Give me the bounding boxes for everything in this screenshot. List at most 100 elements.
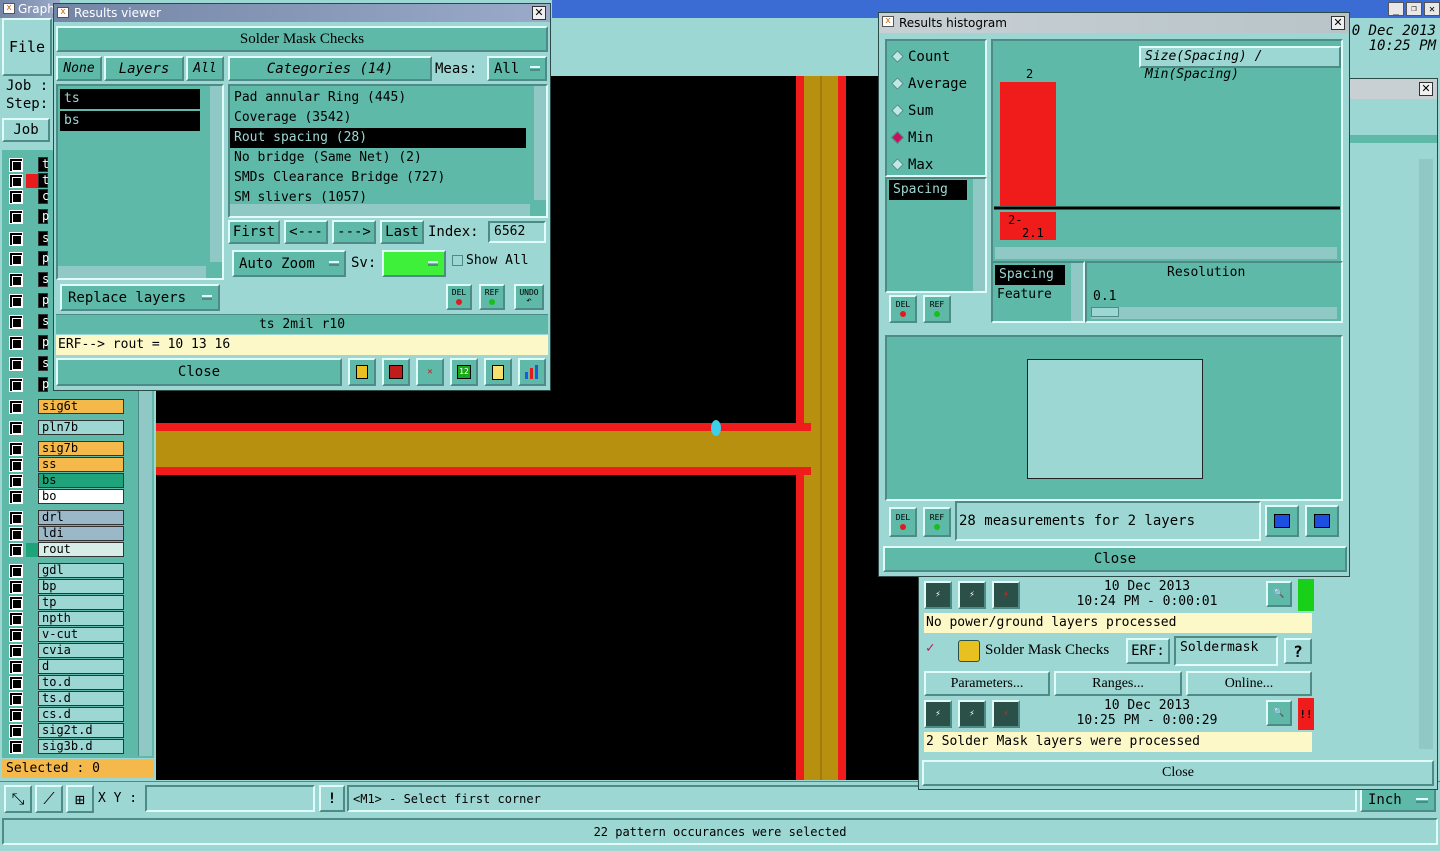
zoom-tool-icon[interactable]: ⤡ xyxy=(4,785,32,813)
layer-row[interactable]: sig2t.d xyxy=(5,723,127,739)
layer-name[interactable]: v-cut xyxy=(38,627,124,642)
layer-row[interactable]: rout xyxy=(5,542,127,558)
xy-input[interactable] xyxy=(145,785,315,812)
layer-name[interactable]: rout xyxy=(38,542,124,557)
categories-hscroll[interactable] xyxy=(230,204,530,216)
checklist-scrollbar[interactable] xyxy=(1419,159,1433,749)
file-menu[interactable]: File xyxy=(2,18,52,76)
layer-checkbox[interactable] xyxy=(9,692,23,706)
mode-sum-radio[interactable]: Sum xyxy=(887,97,985,124)
layer-checkbox[interactable] xyxy=(9,232,23,246)
layer-row[interactable]: v-cut xyxy=(5,627,127,643)
categories-button[interactable]: Categories (14) xyxy=(228,56,432,81)
category-item[interactable]: Rout spacing (28) xyxy=(230,128,526,148)
layer-row[interactable]: bs xyxy=(5,473,127,489)
check-mark-icon[interactable]: ✓ xyxy=(926,640,934,656)
layer-row[interactable]: sig3b.d xyxy=(5,739,127,755)
layer-name[interactable]: drl xyxy=(38,510,124,525)
resolution-slider[interactable] xyxy=(1091,307,1337,319)
auto-zoom-select[interactable]: Auto Zoom xyxy=(232,250,346,277)
layer-name[interactable]: t xyxy=(38,173,49,188)
layer-checkbox[interactable] xyxy=(9,628,23,642)
layer-name[interactable]: gdl xyxy=(38,563,124,578)
all-layers-button[interactable]: All xyxy=(186,56,224,81)
layer-checkbox[interactable] xyxy=(9,294,23,308)
mode-min-radio[interactable]: Min xyxy=(887,124,985,151)
export-icon[interactable] xyxy=(382,358,410,386)
close-icon[interactable]: ✕ xyxy=(1424,2,1440,16)
units-select[interactable]: Inch xyxy=(1360,788,1436,812)
layer-name[interactable]: bo xyxy=(38,489,124,504)
preview-ref-button[interactable]: REF xyxy=(923,507,951,537)
spacing-list-vscroll[interactable] xyxy=(1071,263,1083,321)
layer-row[interactable]: npth xyxy=(5,611,127,627)
severity-select[interactable] xyxy=(382,250,446,277)
layer-name[interactable]: ldi xyxy=(38,526,124,541)
job-button[interactable]: Job xyxy=(2,118,50,142)
layer-row[interactable]: pln7b xyxy=(5,420,127,436)
layer-name[interactable]: p xyxy=(38,293,49,308)
layer-checkbox[interactable] xyxy=(9,708,23,722)
layer-checkbox[interactable] xyxy=(9,644,23,658)
category-item[interactable]: Coverage (3542) xyxy=(230,108,526,128)
run-all-icon[interactable]: ⚡ xyxy=(958,581,986,609)
layer-name[interactable]: s xyxy=(38,272,49,287)
histogram-close-button[interactable]: Close xyxy=(883,546,1347,572)
layer-name[interactable]: c xyxy=(38,189,49,204)
index-input[interactable]: 6562 xyxy=(488,221,546,243)
layer-name[interactable]: s xyxy=(38,314,49,329)
layer-item[interactable]: bs xyxy=(60,111,200,131)
category-item[interactable]: Pad annular Ring (445) xyxy=(230,88,526,108)
show-all-box[interactable] xyxy=(452,255,463,266)
run-icon[interactable]: ⚡ xyxy=(924,700,952,728)
layer-name[interactable]: t xyxy=(38,157,49,172)
layer-checkbox[interactable] xyxy=(9,660,23,674)
layer-name[interactable]: p xyxy=(38,209,49,224)
categories-vscroll[interactable] xyxy=(534,86,546,200)
last-button[interactable]: Last xyxy=(380,220,424,244)
categories-list[interactable]: Pad annular Ring (445) Coverage (3542) Rou… xyxy=(228,84,548,218)
layer-checkbox[interactable] xyxy=(9,210,23,224)
show-all-checkbox[interactable]: Show All xyxy=(452,253,529,268)
spacing-item[interactable]: Spacing xyxy=(995,265,1065,285)
layer-name[interactable]: to.d xyxy=(38,675,124,690)
histogram-icon[interactable] xyxy=(518,358,546,386)
histogram-close-icon[interactable]: ✕ xyxy=(1331,16,1345,30)
layer-name[interactable]: ss xyxy=(38,457,124,472)
layer-checkbox[interactable] xyxy=(9,400,23,414)
layer-checkbox[interactable] xyxy=(9,252,23,266)
measure-list-vscroll[interactable] xyxy=(973,179,985,291)
hist-del-button[interactable]: DEL xyxy=(889,295,917,323)
spacing-feature-list[interactable]: Spacing Feature xyxy=(991,261,1085,323)
layer-row[interactable]: bo xyxy=(5,489,127,505)
layer-name[interactable]: sig7b xyxy=(38,441,124,456)
layer-name[interactable]: s xyxy=(38,231,49,246)
slider-thumb[interactable] xyxy=(1091,307,1119,317)
layer-list-scrollbar[interactable] xyxy=(138,384,152,756)
layer-name[interactable]: p xyxy=(38,335,49,350)
layer-checkbox[interactable] xyxy=(9,527,23,541)
layer-checkbox[interactable] xyxy=(9,511,23,525)
zoom-in-icon[interactable] xyxy=(1265,505,1299,537)
grid-tool-icon[interactable]: ⊞ xyxy=(66,785,94,813)
zoom-out-icon[interactable] xyxy=(1305,505,1339,537)
layer-checkbox[interactable] xyxy=(9,740,23,754)
checklist-close-button[interactable]: Close xyxy=(922,760,1434,786)
layer-checkbox[interactable] xyxy=(9,174,23,188)
ranges-button[interactable]: Ranges... xyxy=(1054,671,1182,696)
layer-name[interactable]: pln7b xyxy=(38,420,124,435)
layer-name[interactable]: npth xyxy=(38,611,124,626)
layer-checkbox[interactable] xyxy=(9,442,23,456)
layer-row[interactable]: bp xyxy=(5,579,127,595)
parameters-button[interactable]: Parameters... xyxy=(924,671,1050,696)
layer-row[interactable]: gdl xyxy=(5,563,127,579)
run-all-icon[interactable]: ⚡ xyxy=(958,700,986,728)
report-icon[interactable] xyxy=(484,358,512,386)
feature-item[interactable]: Feature xyxy=(993,285,1083,305)
layer-items-vscroll[interactable] xyxy=(210,86,222,262)
layer-checkbox[interactable] xyxy=(9,676,23,690)
first-button[interactable]: First xyxy=(228,220,280,244)
next-button[interactable]: ---> xyxy=(332,220,376,244)
layer-name[interactable]: bs xyxy=(38,473,124,488)
layer-checkbox[interactable] xyxy=(9,490,23,504)
